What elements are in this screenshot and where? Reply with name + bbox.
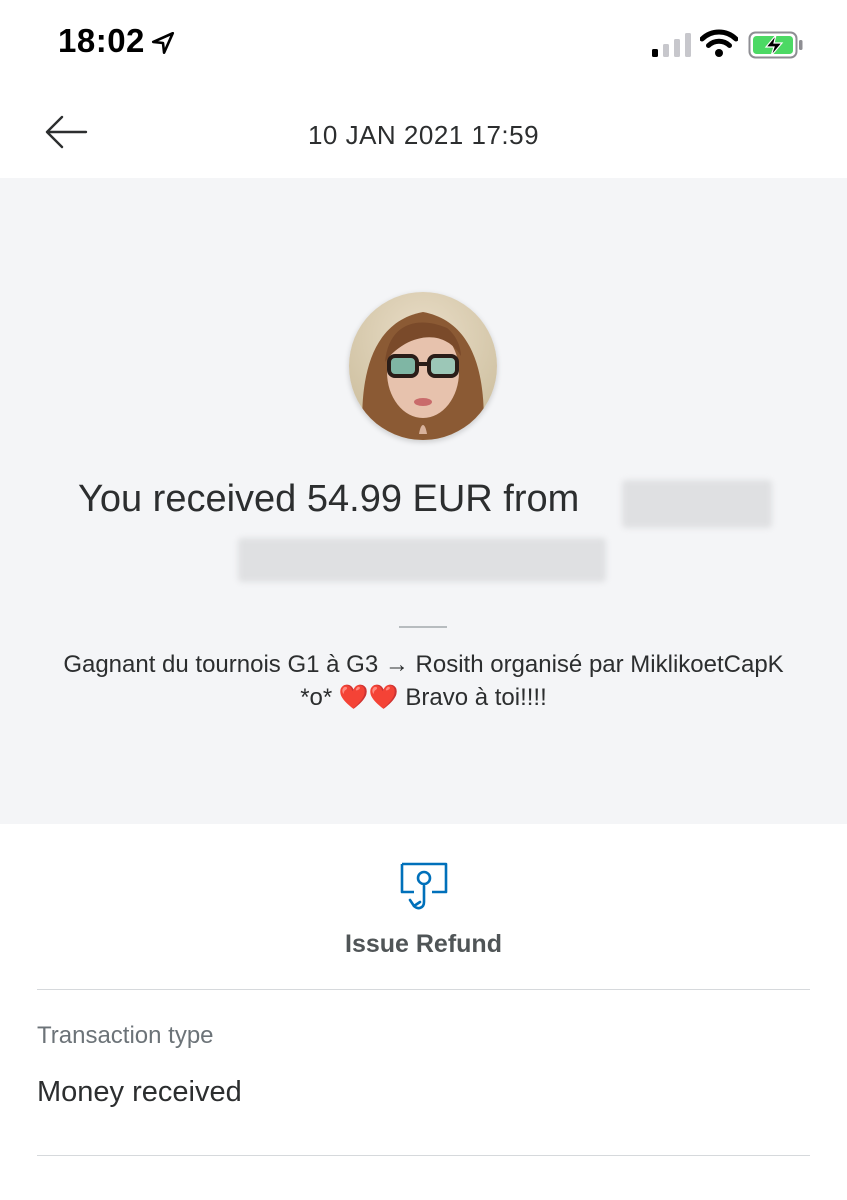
divider-line <box>37 989 810 990</box>
transaction-summary: You received 54.99 EUR from Gagnant du t… <box>0 178 847 824</box>
redacted-sender-detail <box>238 538 606 582</box>
issue-refund-label: Issue Refund <box>345 930 502 958</box>
status-bar: 18:02 <box>0 0 847 90</box>
transaction-type-label: Transaction type <box>37 1022 214 1049</box>
received-headline: You received 54.99 EUR from <box>78 478 580 520</box>
wifi-icon <box>700 29 738 57</box>
divider <box>399 626 447 628</box>
heart-emojis: ❤️❤️ <box>338 684 399 711</box>
issue-refund-button[interactable]: Issue Refund <box>0 858 847 978</box>
redacted-sender-name <box>622 480 772 528</box>
avatar <box>349 292 497 440</box>
transaction-type-value: Money received <box>37 1076 242 1108</box>
battery-charging-icon <box>748 31 803 59</box>
note-end: Bravo à toi!!!! <box>398 684 547 711</box>
divider-line <box>37 1155 810 1156</box>
nav-bar: 10 JAN 2021 17:59 <box>0 90 847 178</box>
transaction-date: 10 JAN 2021 17:59 <box>307 120 540 150</box>
cellular-signal-icon <box>652 33 691 57</box>
location-arrow-icon <box>151 31 175 55</box>
refund-icon <box>400 862 448 910</box>
payment-note: Gagnant du tournois G1 à G3 → Rosith org… <box>60 648 787 714</box>
status-time: 18:02 <box>58 22 145 59</box>
